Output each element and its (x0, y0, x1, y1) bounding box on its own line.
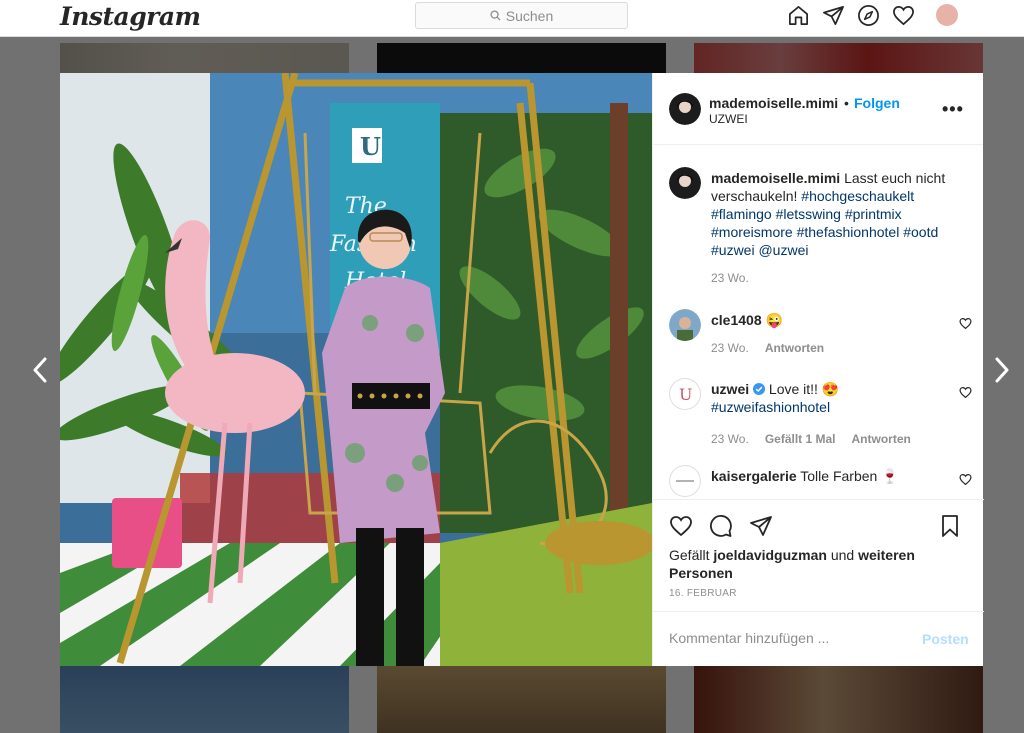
home-icon[interactable] (786, 3, 810, 27)
comment-time[interactable]: 23 Wo. (711, 432, 749, 446)
post-photo[interactable]: U The Fashion Hotel (60, 73, 652, 666)
likes-summary[interactable]: Gefällt joeldavidguzman und weiteren Per… (669, 546, 949, 582)
comment-username[interactable]: cle1408 (711, 312, 762, 328)
likes-user[interactable]: joeldavidguzman (713, 547, 827, 563)
comment-like-button[interactable] (959, 317, 973, 331)
commenter-avatar[interactable]: U (669, 378, 701, 410)
heart-icon (959, 318, 972, 330)
direct-icon[interactable] (821, 3, 845, 27)
comment-like-button[interactable] (959, 386, 973, 400)
explore-icon[interactable] (856, 3, 880, 27)
comment-text: uzwei Love it!! 😍 #uzweifashionhotel (711, 380, 951, 416)
post-actions: Gefällt joeldavidguzman und weiteren Per… (653, 499, 984, 616)
post-header: mademoiselle.mimi • Folgen UZWEI ••• (653, 73, 983, 145)
instagram-logo[interactable]: Instagram (60, 2, 201, 31)
post-photo-illustration: U The Fashion Hotel (60, 73, 652, 666)
direct-share-icon (750, 516, 772, 536)
add-comment-bar: Posten (653, 611, 984, 666)
caption-username[interactable]: mademoiselle.mimi (711, 170, 840, 186)
svg-text:U: U (360, 132, 381, 161)
author-avatar[interactable] (669, 93, 701, 125)
heart-icon (670, 516, 692, 537)
reply-button[interactable]: Antworten (852, 432, 911, 446)
comment-text: kaisergalerie Tolle Farben 🍷 (711, 467, 951, 485)
comments-list: mademoiselle.mimi Lasst euch nicht versc… (653, 145, 984, 499)
profile-avatar[interactable] (936, 4, 958, 26)
caption-meta: 23 Wo. (711, 271, 749, 285)
heart-icon (959, 474, 972, 486)
activity-heart-icon[interactable] (891, 3, 915, 27)
previous-post-arrow[interactable] (30, 355, 52, 385)
post-sidebar: mademoiselle.mimi • Folgen UZWEI ••• mad… (652, 73, 984, 666)
save-button[interactable] (938, 514, 962, 543)
caption-author-avatar[interactable] (669, 167, 701, 199)
comment-item: kaisergalerie Tolle Farben 🍷 (653, 465, 984, 499)
follow-button[interactable]: Folgen (854, 95, 900, 111)
post-date[interactable]: 16. FEBRUAR (669, 588, 737, 599)
comment-body: Love it!! 😍 (768, 381, 840, 397)
commenter-avatar[interactable] (669, 465, 701, 497)
likes-prefix: Gefällt (669, 547, 710, 563)
bookmark-icon (942, 515, 958, 537)
comment-input[interactable] (669, 630, 889, 646)
caption-time[interactable]: 23 Wo. (711, 271, 749, 285)
caption-text: mademoiselle.mimi Lasst euch nicht versc… (711, 169, 951, 259)
reply-button[interactable]: Antworten (765, 341, 824, 355)
caption-item: mademoiselle.mimi Lasst euch nicht versc… (653, 167, 984, 287)
post-location[interactable]: UZWEI (709, 112, 748, 126)
header-separator: • (844, 95, 849, 111)
comment-text: cle1408 😜 (711, 311, 951, 329)
comment-item: cle1408 😜 23 Wo. Antworten (653, 309, 984, 359)
author-username[interactable]: mademoiselle.mimi (709, 95, 838, 111)
heart-icon (959, 387, 972, 399)
comment-meta: 23 Wo. Antworten (711, 341, 824, 355)
comment-body: 😜 (765, 312, 783, 328)
comment-time[interactable]: 23 Wo. (711, 341, 749, 355)
search-box[interactable]: Suchen (415, 2, 628, 29)
search-placeholder: Suchen (505, 7, 554, 24)
chevron-right-icon (995, 357, 1009, 383)
post-modal: U The Fashion Hotel (60, 73, 984, 666)
comment-button[interactable] (709, 514, 733, 543)
comment-item: U uzwei Love it!! 😍 #uzweifashionhotel 2… (653, 378, 984, 450)
comment-bubble-icon (710, 515, 732, 537)
comment-body: Tolle Farben 🍷 (800, 468, 899, 484)
comment-likes-count[interactable]: Gefällt 1 Mal (765, 432, 836, 446)
comment-username[interactable]: uzwei (711, 381, 749, 397)
share-button[interactable] (749, 514, 773, 543)
verified-badge-icon (753, 383, 766, 395)
comment-like-button[interactable] (959, 473, 973, 487)
comment-hashtag[interactable]: #uzweifashionhotel (711, 399, 830, 415)
commenter-avatar[interactable] (669, 309, 701, 341)
chevron-left-icon (33, 357, 47, 383)
svg-text:U: U (679, 385, 692, 404)
top-navigation-bar: Instagram Suchen (0, 0, 1024, 37)
likes-connector: und (830, 547, 855, 563)
more-options-button[interactable]: ••• (942, 99, 964, 120)
comment-username[interactable]: kaisergalerie (711, 468, 797, 484)
comment-meta: 23 Wo. Gefällt 1 Mal Antworten (711, 432, 911, 446)
search-icon (490, 10, 501, 21)
next-post-arrow[interactable] (990, 355, 1012, 385)
post-comment-button[interactable]: Posten (922, 631, 969, 647)
like-button[interactable] (669, 514, 693, 543)
